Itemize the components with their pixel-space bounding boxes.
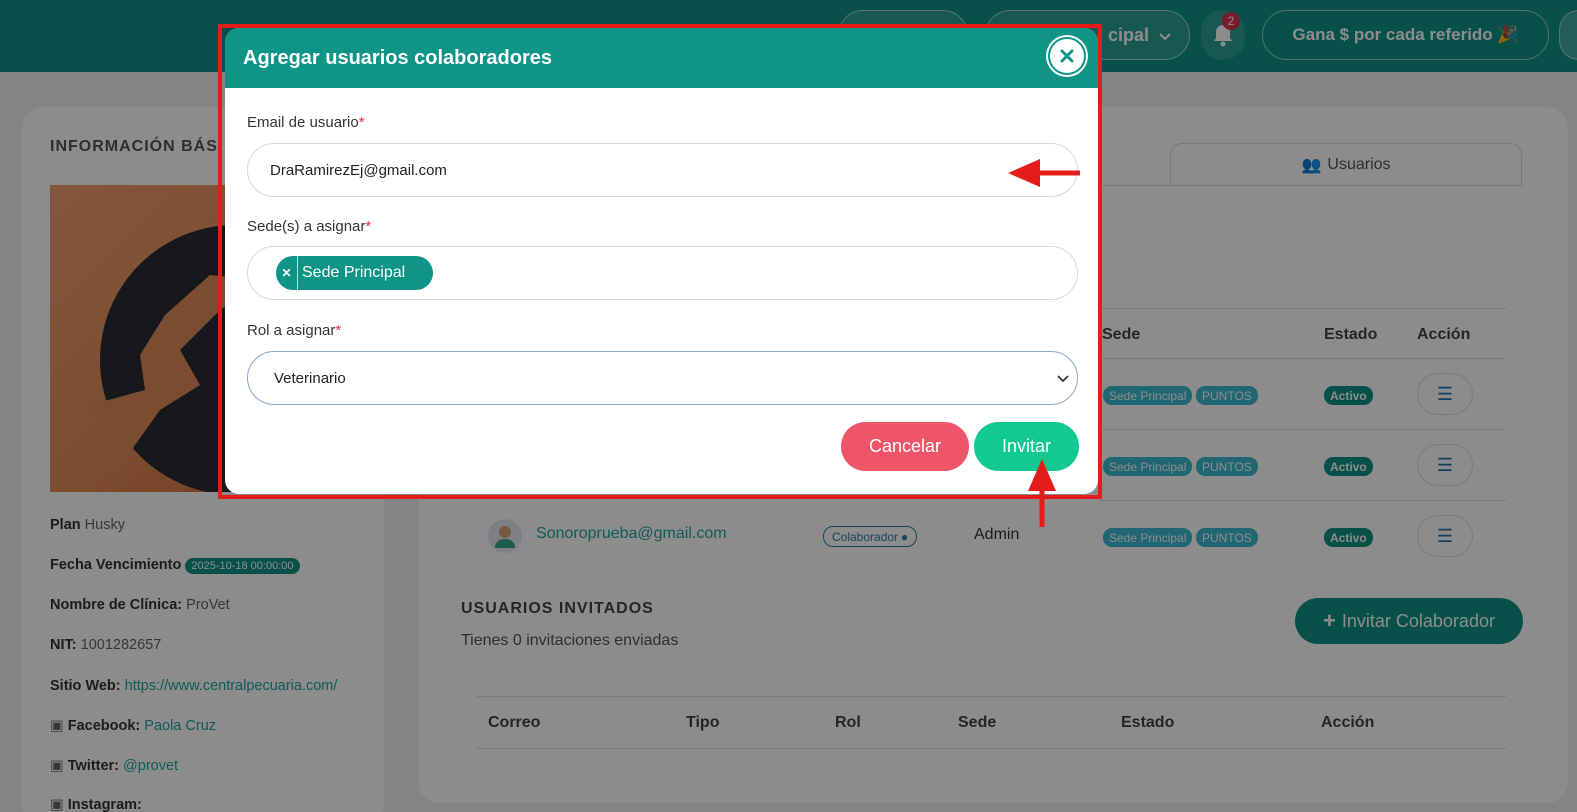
required-mark: * — [365, 218, 372, 235]
email-field-label: Email de usuario* — [247, 114, 365, 131]
sede-tag-label: Sede Principal — [302, 264, 406, 281]
role-select[interactable]: Veterinario — [247, 351, 1078, 405]
role-label-text: Rol a asignar — [247, 322, 336, 339]
required-mark: * — [358, 114, 365, 131]
sede-tag: ✕ Sede Principal — [276, 256, 434, 290]
role-field-label: Rol a asignar* — [247, 322, 341, 339]
chevron-down-icon — [1057, 370, 1069, 387]
email-field-value: DraRamirezEj@gmail.com — [270, 161, 447, 179]
invite-button[interactable]: Invitar — [974, 422, 1079, 471]
modal-header: Agregar usuarios colaboradores — [225, 28, 1098, 88]
add-collaborator-modal: Agregar usuarios colaboradores Email de … — [225, 28, 1098, 494]
role-select-value: Veterinario — [274, 369, 346, 387]
remove-tag-icon[interactable]: ✕ — [276, 256, 298, 290]
email-label-text: Email de usuario — [247, 114, 359, 131]
close-button[interactable] — [1048, 37, 1086, 75]
sede-multiselect[interactable]: ✕ Sede Principal — [247, 246, 1078, 300]
required-mark: * — [335, 322, 342, 339]
cancel-button[interactable]: Cancelar — [841, 422, 969, 471]
modal-title: Agregar usuarios colaboradores — [243, 46, 552, 69]
sede-field-label: Sede(s) a asignar* — [247, 218, 371, 235]
sede-label-text: Sede(s) a asignar — [247, 218, 366, 235]
close-icon — [1060, 49, 1074, 63]
email-field[interactable]: DraRamirezEj@gmail.com — [247, 143, 1078, 197]
